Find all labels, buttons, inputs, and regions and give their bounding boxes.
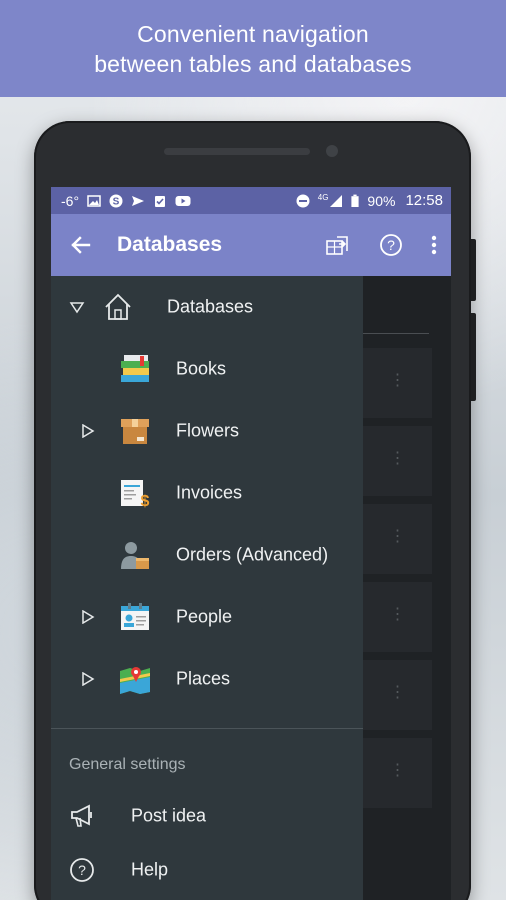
network-type-text: 4G (317, 192, 329, 202)
overflow-menu-icon[interactable] (431, 235, 437, 255)
app-bar-title: Databases (117, 233, 223, 256)
svg-text:?: ? (387, 237, 395, 253)
orders-person-icon (121, 542, 149, 569)
menu-item-help[interactable]: ? Help (51, 843, 363, 897)
svg-text:?: ? (78, 862, 86, 878)
tree-item-label: Books (176, 358, 227, 379)
background-card: ⋮ (363, 348, 432, 418)
phone-speaker (164, 148, 310, 155)
svg-text:S: S (113, 196, 120, 207)
home-icon (105, 293, 131, 320)
tree-item-databases[interactable]: Databases (51, 276, 363, 338)
background-card: ⋮ (363, 738, 432, 808)
phone-camera (326, 145, 338, 157)
tree-item-label: People (176, 606, 233, 627)
svg-text:$: $ (141, 493, 150, 509)
tree-item-orders-advanced[interactable]: Orders (Advanced) (51, 524, 363, 586)
status-bar: -6° S 4G 90% 12:58 (51, 187, 451, 214)
tree-item-label: Flowers (176, 420, 240, 441)
do-not-disturb-icon (296, 194, 310, 207)
menu-item-post-idea[interactable]: Post idea (51, 789, 363, 843)
clock-text: 12:58 (405, 192, 443, 209)
image-icon (87, 194, 101, 207)
section-title-general-settings: General settings (69, 756, 186, 773)
navigation-drawer: Databases Books Flowers $ Invoices Order… (51, 276, 363, 900)
app-bar: Databases ? (51, 214, 451, 276)
phone-volume-button (471, 239, 476, 301)
phone-power-button (471, 313, 476, 401)
box-icon (121, 419, 149, 444)
megaphone-icon (71, 804, 92, 827)
background-divider (363, 333, 429, 334)
tree-item-books[interactable]: Books (51, 338, 363, 400)
drawer-divider (51, 728, 363, 729)
tree-item-flowers[interactable]: Flowers (51, 400, 363, 462)
battery-icon (351, 194, 360, 207)
tree-item-label: Databases (167, 296, 254, 317)
background-card: ⋮ (363, 504, 432, 574)
collapse-triangle-icon[interactable] (69, 299, 85, 315)
background-card: ⋮ (363, 582, 432, 652)
clipboard-check-icon (155, 195, 166, 207)
map-icon (120, 667, 150, 694)
background-card: ⋮ (363, 660, 432, 730)
tree-item-label: Invoices (176, 482, 243, 503)
menu-item-label: Post idea (131, 805, 207, 826)
books-icon (121, 355, 149, 382)
expand-triangle-icon[interactable] (81, 424, 95, 438)
expand-triangle-icon[interactable] (81, 610, 95, 624)
back-arrow-icon[interactable] (69, 234, 91, 256)
signal-icon (330, 194, 343, 207)
background-card: ⋮ (363, 426, 432, 496)
share-table-icon[interactable] (325, 232, 351, 258)
signal-indicator: 4G (317, 192, 344, 208)
tree-item-people[interactable]: People (51, 586, 363, 648)
help-icon[interactable]: ? (379, 233, 403, 257)
tree-item-places[interactable]: Places (51, 648, 363, 710)
phone-screen: -6° S 4G 90% 12:58 Databases ? ⋮ ⋮ ⋮ ⋮ ⋮… (51, 187, 451, 900)
help-circle-icon: ? (70, 858, 94, 882)
banner-line-2: between tables and databases (94, 50, 412, 77)
youtube-icon (175, 195, 191, 206)
tree-item-label: Orders (Advanced) (176, 544, 329, 565)
temperature-text: -6° (61, 192, 80, 209)
expand-triangle-icon[interactable] (81, 672, 95, 686)
skype-icon: S (109, 194, 123, 207)
invoice-icon: $ (121, 480, 150, 509)
promo-banner: Convenient navigation between tables and… (0, 0, 506, 97)
battery-percent-text: 90% (367, 192, 396, 209)
banner-line-1: Convenient navigation (137, 20, 369, 47)
tree-item-invoices[interactable]: $ Invoices (51, 462, 363, 524)
send-icon (132, 195, 145, 206)
id-card-icon (121, 603, 149, 630)
menu-item-label: Help (131, 859, 169, 880)
tree-item-label: Places (176, 668, 231, 689)
